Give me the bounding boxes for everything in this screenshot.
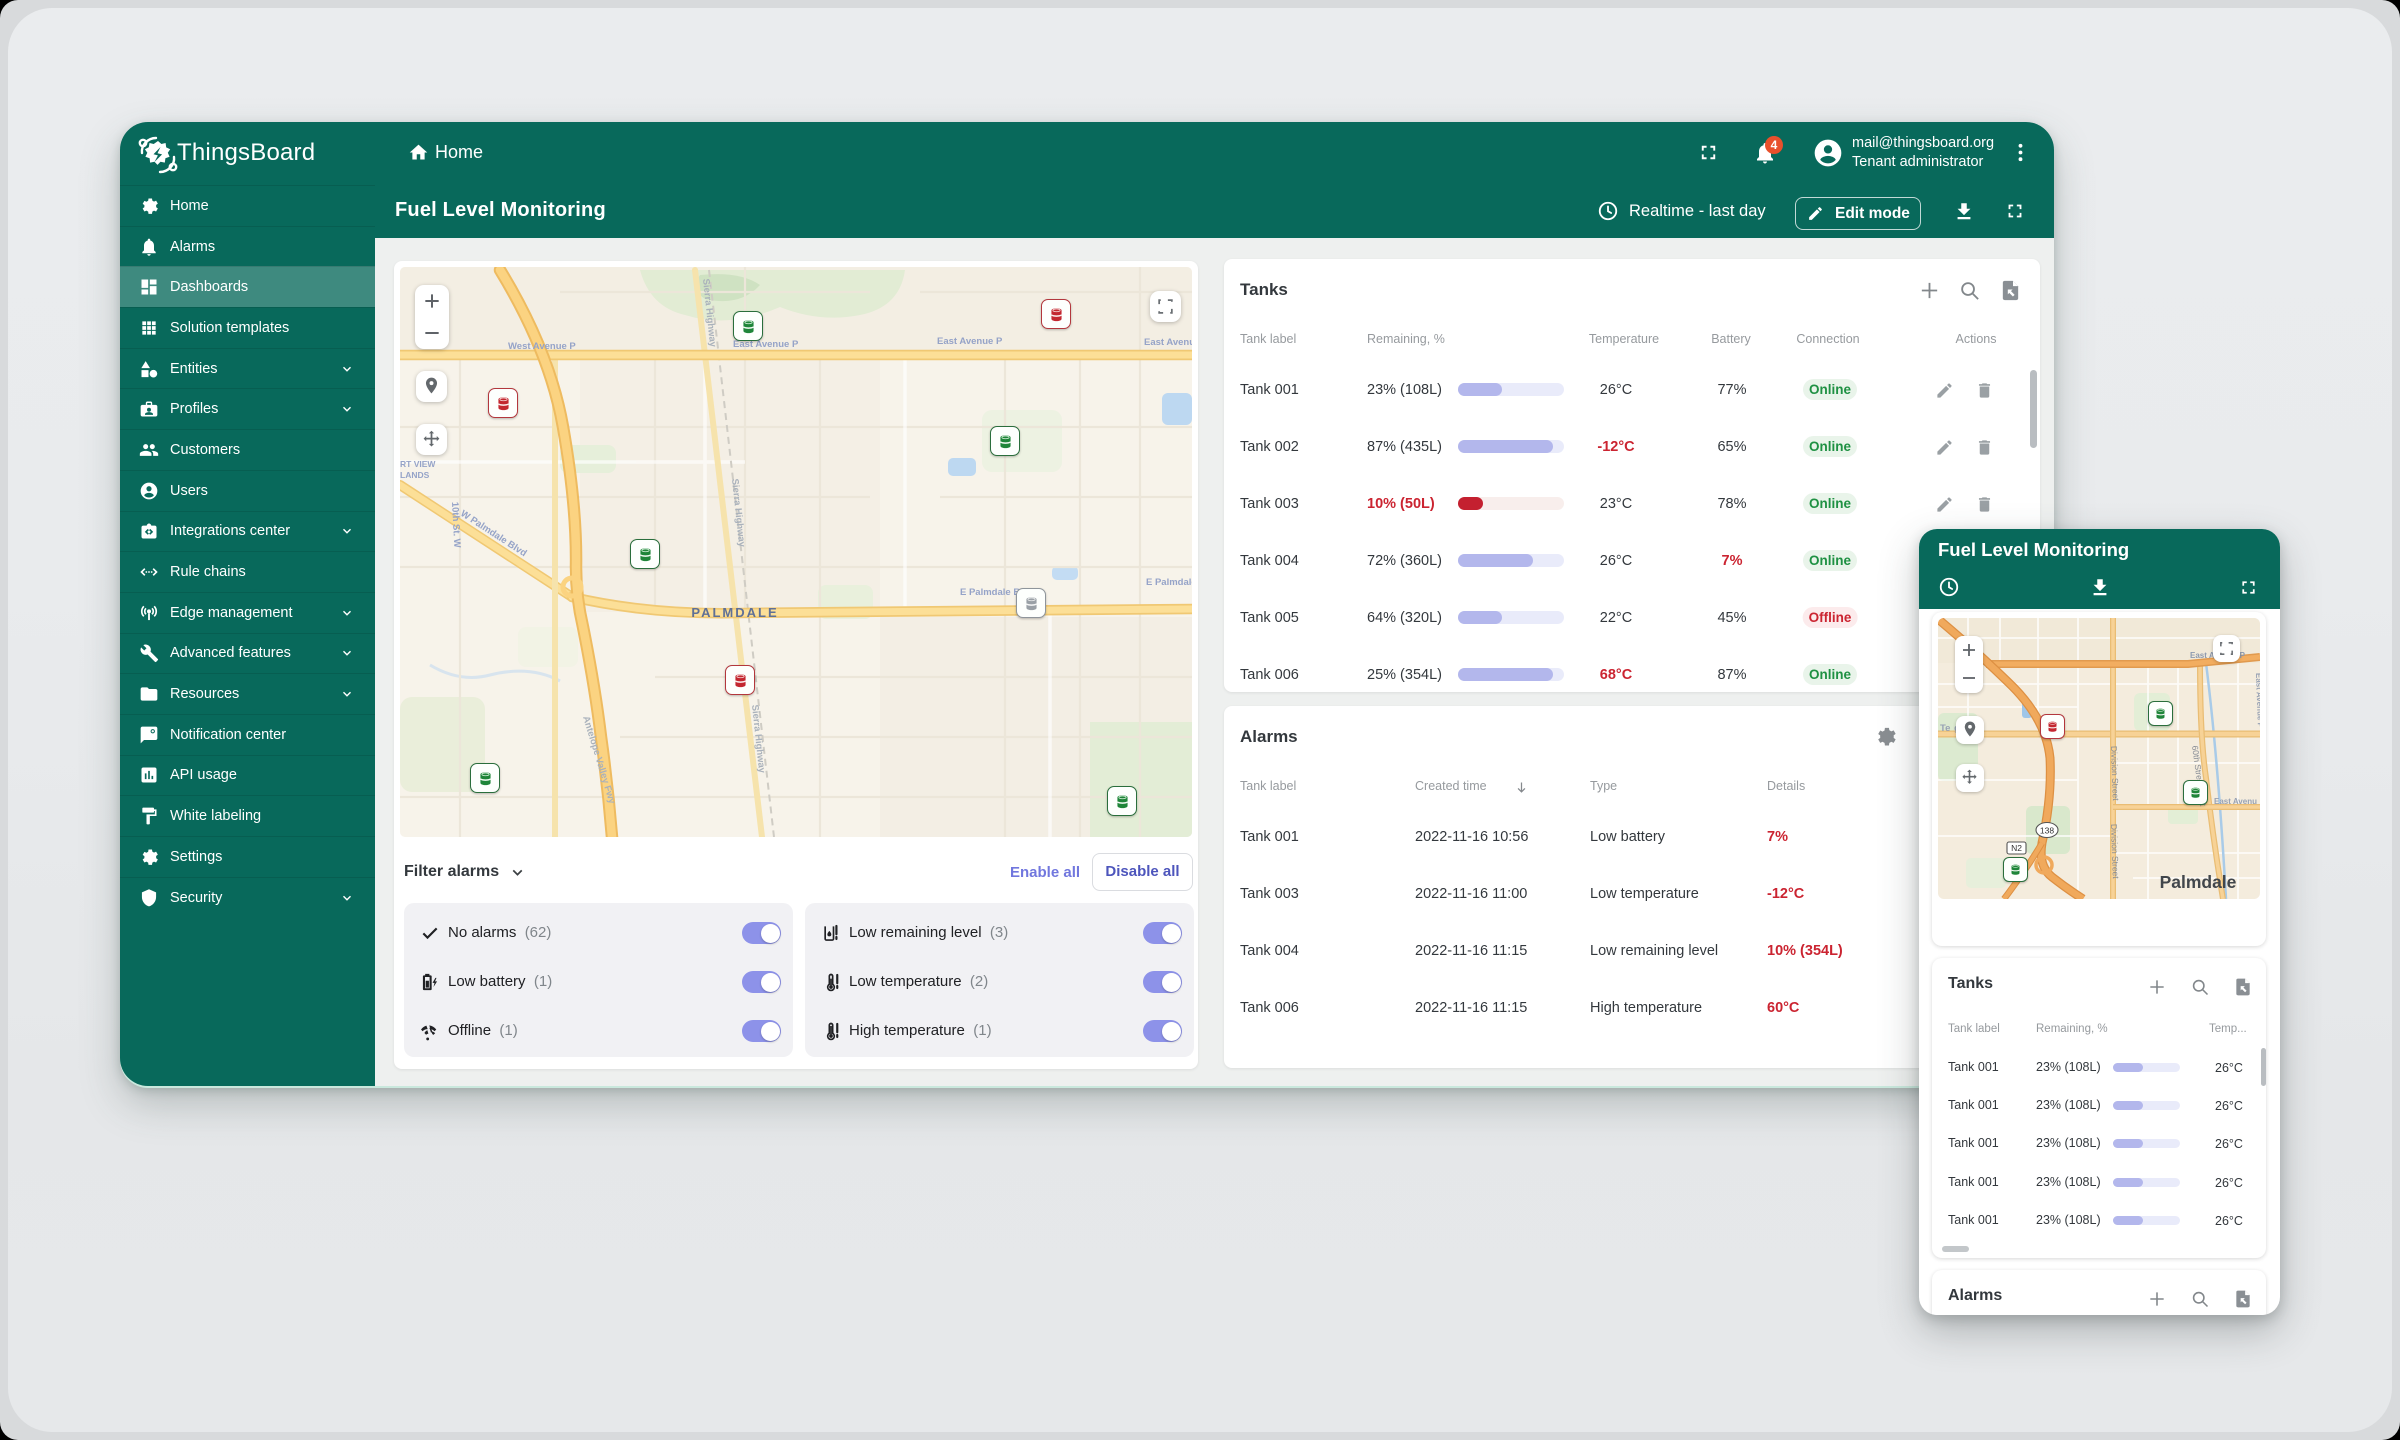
svg-text:LANDS: LANDS bbox=[400, 470, 430, 480]
svg-text:E Palmdale B: E Palmdale B bbox=[1146, 577, 1192, 588]
svg-text:Palmdale: Palmdale bbox=[2160, 872, 2237, 892]
svg-text:PALMDALE: PALMDALE bbox=[691, 605, 778, 620]
svg-text:E Palmdale B: E Palmdale B bbox=[960, 587, 1020, 598]
svg-text:N2: N2 bbox=[2011, 843, 2022, 853]
svg-text:West Avenue P: West Avenue P bbox=[508, 341, 576, 352]
svg-text:Division Street: Division Street bbox=[2109, 746, 2121, 802]
svg-text:RT VIEW: RT VIEW bbox=[400, 459, 436, 469]
svg-text:East Avenu: East Avenu bbox=[2214, 797, 2257, 806]
svg-text:138: 138 bbox=[2040, 826, 2054, 836]
svg-text:East Avenue: East Avenue bbox=[1144, 337, 1192, 348]
svg-text:Division Street: Division Street bbox=[2109, 824, 2121, 880]
svg-text:East Avenue P: East Avenue P bbox=[937, 336, 1003, 347]
